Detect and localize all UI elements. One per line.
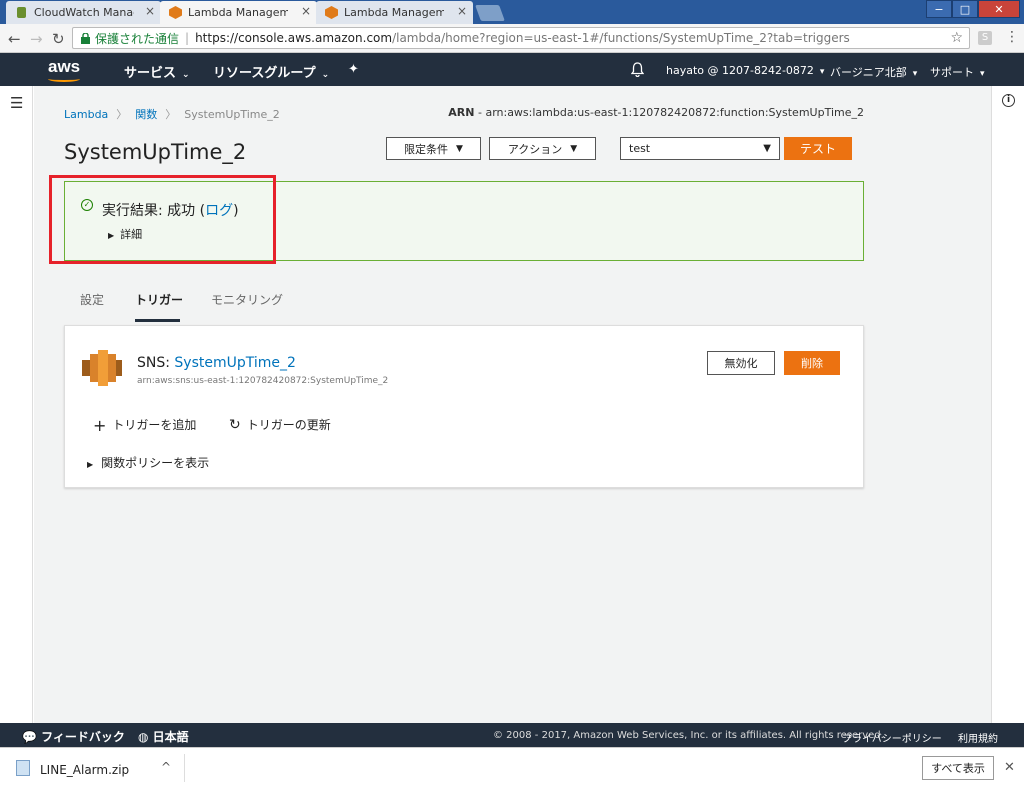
refresh-triggers-button[interactable]: ↻ トリガーの更新 [229, 416, 331, 433]
trigger-title: SNS: SystemUpTime_2 [137, 355, 296, 371]
chevron-down-icon: ⌄ [321, 70, 330, 80]
aws-footer: 💬 フィードバック ◍ 日本語 © 2008 - 2017, Amazon We… [0, 723, 1024, 747]
lock-icon [81, 32, 90, 44]
window-close-button[interactable]: ✕ [978, 0, 1020, 18]
caret-down-icon: ▼ [570, 143, 578, 154]
address-bar-row: ← → ↻ 保護された通信 | https://console.aws.amaz… [0, 24, 1024, 53]
breadcrumb-functions[interactable]: 関数 [135, 108, 157, 121]
cloudwatch-favicon [17, 7, 26, 18]
view-policy-toggle[interactable]: ▶ 関数ポリシーを表示 [87, 454, 209, 471]
actions-button[interactable]: アクション ▼ [489, 137, 596, 160]
browser-tab-lambda[interactable]: Lambda Management × [316, 1, 473, 24]
active-tab-underline [135, 319, 180, 322]
breadcrumb: Lambda 〉関数〉 SystemUpTime_2 [64, 106, 280, 122]
chevron-down-icon: ▾ [980, 69, 985, 79]
feedback-icon: 💬 [22, 730, 37, 744]
chevron-right-icon: 〉 [116, 108, 128, 121]
trigger-card: SNS: SystemUpTime_2 arn:aws:sns:us-east-… [64, 325, 864, 488]
function-arn: ARN - arn:aws:lambda:us-east-1:120782420… [448, 106, 864, 119]
chevron-down-icon: ⌄ [182, 70, 190, 80]
chevron-right-icon: 〉 [165, 108, 177, 121]
sns-icon [82, 350, 122, 386]
download-shelf: LINE_Alarm.zip ^ すべて表示 ✕ [0, 747, 1024, 787]
services-menu[interactable]: サービス ⌄ [124, 62, 190, 81]
trigger-arn: arn:aws:sns:us-east-1:120782420872:Syste… [137, 376, 389, 386]
aws-top-nav: aws サービス ⌄ リソースグループ ⌄ ✦ hayato @ 1207-8242… [0, 53, 1024, 86]
pin-icon[interactable]: ✦ [348, 62, 359, 77]
zip-file-icon [16, 760, 30, 776]
browser-tab-label: Lambda Management [188, 6, 288, 19]
star-icon[interactable]: ☆ [950, 30, 963, 46]
browser-tab-label: Lambda Management [344, 6, 444, 19]
right-rail: i [991, 86, 1024, 723]
chevron-up-icon[interactable]: ^ [161, 760, 171, 774]
new-tab-button[interactable] [475, 5, 505, 21]
minimize-button[interactable]: − [926, 0, 952, 18]
aws-logo-smile [48, 76, 80, 82]
forward-icon[interactable]: → [30, 30, 43, 48]
tab-monitoring[interactable]: モニタリング [211, 291, 283, 308]
disable-button[interactable]: 無効化 [707, 351, 775, 375]
close-icon[interactable]: × [145, 4, 155, 18]
browser-tab-strip: CloudWatch Managem × Lambda Management ×… [0, 0, 1024, 24]
triangle-right-icon: ▶ [87, 460, 94, 469]
chevron-down-icon: ▾ [819, 67, 825, 77]
back-icon[interactable]: ← [8, 30, 21, 48]
support-menu[interactable]: サポート ▾ [930, 64, 985, 80]
caret-down-icon: ▼ [456, 143, 463, 154]
region-menu[interactable]: バージニア北部 ▾ [830, 64, 917, 80]
aws-logo[interactable]: aws [48, 57, 80, 77]
extension-icon[interactable]: S [978, 31, 992, 45]
lambda-favicon [325, 6, 338, 19]
test-button[interactable]: テスト [784, 137, 852, 160]
qualifiers-button[interactable]: 限定条件 ▼ [386, 137, 481, 160]
close-icon[interactable]: × [301, 4, 311, 18]
feedback-link[interactable]: 💬 フィードバック [22, 728, 125, 745]
main-content: Lambda 〉関数〉 SystemUpTime_2 ARN - arn:aws:l… [34, 86, 991, 723]
test-event-select[interactable]: test ▼ [620, 137, 780, 160]
plus-icon: + [93, 416, 107, 435]
window-controls: − □ ✕ [926, 0, 1020, 18]
close-icon[interactable]: × [457, 4, 467, 18]
breadcrumb-lambda[interactable]: Lambda [64, 108, 108, 121]
menu-icon[interactable]: ☰ [10, 94, 23, 112]
resource-groups-menu[interactable]: リソースグループ ⌄ [213, 62, 329, 81]
refresh-icon: ↻ [229, 417, 241, 433]
chevron-down-icon: ▾ [912, 69, 918, 79]
secure-label: 保護された通信 [95, 31, 180, 46]
page-title: SystemUpTime_2 [64, 140, 247, 164]
divider [184, 754, 185, 782]
url-path: /lambda/home?region=us-east-1#/functions… [392, 31, 850, 45]
info-icon[interactable]: i [1002, 94, 1015, 107]
language-selector[interactable]: ◍ 日本語 [138, 728, 189, 745]
privacy-link[interactable]: プライバシーポリシー [842, 730, 942, 745]
tab-configuration[interactable]: 設定 [80, 291, 104, 308]
caret-down-icon: ▼ [763, 143, 771, 154]
browser-menu-icon[interactable]: ⋮ [1005, 29, 1019, 45]
bell-icon[interactable] [631, 62, 644, 77]
browser-tab-lambda-active[interactable]: Lambda Management × [160, 1, 317, 24]
url-host: https://console.aws.amazon.com [195, 31, 393, 45]
reload-icon[interactable]: ↻ [52, 30, 65, 48]
browser-tab-label: CloudWatch Managem [34, 6, 134, 19]
globe-icon: ◍ [138, 730, 149, 744]
show-all-button[interactable]: すべて表示 [922, 756, 994, 780]
download-filename[interactable]: LINE_Alarm.zip [40, 763, 129, 777]
url-input[interactable]: 保護された通信 | https://console.aws.amazon.com… [72, 27, 970, 49]
close-icon[interactable]: ✕ [1004, 760, 1015, 775]
left-rail: ☰ [0, 86, 33, 723]
terms-link[interactable]: 利用規約 [958, 730, 998, 745]
delete-button[interactable]: 削除 [784, 351, 840, 375]
account-menu[interactable]: hayato @ 1207-8242-0872 ▾ [666, 64, 824, 77]
add-trigger-button[interactable]: + トリガーを追加 [93, 416, 196, 435]
copyright-text: © 2008 - 2017, Amazon Web Services, Inc.… [493, 730, 884, 741]
red-highlight-box [49, 175, 276, 264]
trigger-topic-link[interactable]: SystemUpTime_2 [174, 355, 296, 371]
tab-triggers[interactable]: トリガー [135, 291, 183, 308]
browser-tab-cloudwatch[interactable]: CloudWatch Managem × [6, 1, 161, 24]
maximize-button[interactable]: □ [952, 0, 978, 18]
lambda-favicon [169, 6, 182, 19]
breadcrumb-current: SystemUpTime_2 [184, 108, 280, 121]
